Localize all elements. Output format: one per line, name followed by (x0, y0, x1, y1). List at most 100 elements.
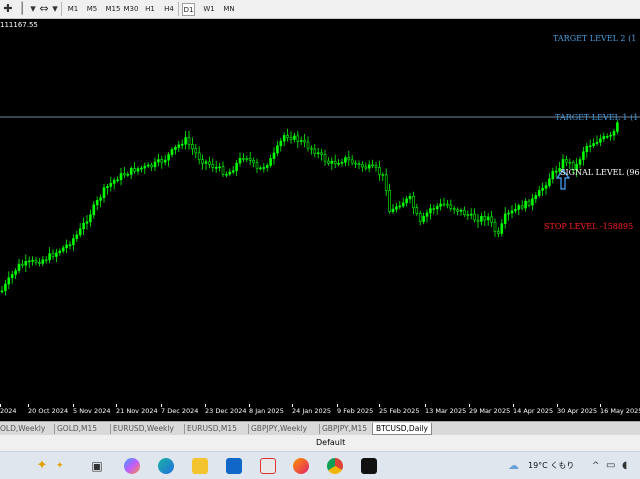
candle-body (408, 196, 412, 200)
timeframe-m5[interactable]: M5 (84, 3, 100, 16)
vertical-line-icon[interactable]: │ (16, 2, 28, 16)
candle-body (184, 137, 187, 145)
candle-body (129, 167, 133, 175)
candle-body (293, 135, 296, 140)
task-view-icon[interactable]: ▣ (89, 458, 105, 474)
candle-body (463, 209, 466, 215)
firefox-icon[interactable] (293, 458, 309, 474)
timeframe-w1[interactable]: W1 (202, 3, 216, 16)
time-axis-label: 25 Feb 2025 (379, 407, 420, 415)
arrows-icon[interactable]: ⇔ (38, 2, 50, 16)
timeframe-h4[interactable]: H4 (162, 3, 176, 16)
volume-icon[interactable]: ◖ (622, 458, 638, 474)
chart-tab[interactable]: BTCUSD,Daily (372, 423, 432, 435)
candle-body (561, 159, 565, 169)
time-axis-label: 2024 (0, 407, 17, 415)
candle-body (439, 203, 442, 207)
file-explorer-icon[interactable] (192, 458, 208, 474)
edge-browser-icon[interactable] (158, 458, 174, 474)
tab-divider (54, 424, 55, 434)
time-axis-label: 14 Apr 2025 (513, 407, 554, 415)
candle-body (197, 152, 201, 160)
cloud-weather-icon[interactable]: ☁ (508, 458, 522, 474)
timeframe-mn[interactable]: MN (221, 3, 237, 16)
copilot-icon[interactable] (124, 458, 140, 474)
candle-body (126, 174, 130, 176)
candle-body (157, 159, 160, 163)
price-chart[interactable] (0, 19, 640, 404)
tab-divider (110, 424, 111, 434)
chart-tab[interactable]: GOLD,M15 (57, 423, 97, 435)
xm-trading-icon[interactable] (361, 458, 377, 474)
sparkle-icon[interactable]: ✦ (56, 458, 72, 474)
candle-body (119, 173, 123, 181)
time-axis-tick (0, 404, 1, 407)
chart-tab[interactable]: EURUSD,Weekly (113, 423, 174, 435)
candle-body (510, 210, 514, 214)
candlestick-chart[interactable] (0, 19, 640, 404)
candle-body (303, 140, 306, 143)
timeframe-m30[interactable]: M30 (122, 3, 140, 16)
toolbar-divider (61, 2, 62, 16)
timeframe-m15[interactable]: M15 (104, 3, 122, 16)
timeframe-m1[interactable]: M1 (66, 3, 80, 16)
candle-body (44, 259, 48, 262)
candle-body (310, 147, 313, 150)
candle-body (21, 263, 24, 266)
candle-body (588, 145, 592, 148)
candle-body (51, 253, 55, 257)
candle-body (350, 159, 354, 164)
candle-body (65, 244, 68, 249)
chrome-icon[interactable] (327, 458, 343, 474)
candle-body (551, 171, 555, 180)
dropdown-icon[interactable]: ▾ (30, 2, 36, 16)
candle-body (24, 260, 28, 266)
chart-tab[interactable]: EURUSD,M15 (187, 423, 237, 435)
candle-body (238, 157, 242, 164)
candle-body (286, 135, 289, 138)
candle-body (364, 166, 368, 169)
timeframe-d1[interactable]: D1 (182, 3, 195, 16)
candle-body (361, 164, 364, 168)
candle-body (85, 221, 89, 224)
candle-body (140, 167, 143, 170)
candle-body (446, 203, 449, 206)
chart-tab[interactable]: OLD,Weekly (0, 423, 45, 435)
network-icon[interactable]: ▭ (606, 458, 622, 474)
price-header: 111167.55 (0, 21, 38, 29)
time-axis-tick (249, 404, 250, 407)
candle-body (208, 161, 211, 165)
candle-body (418, 213, 422, 222)
candle-body (520, 205, 524, 209)
copilot-sparkle-icon[interactable]: ✦ (34, 458, 50, 474)
candle-body (371, 164, 374, 167)
candle-body (163, 159, 167, 163)
candle-body (0, 290, 4, 293)
crosshair-icon[interactable]: ✚ (2, 2, 14, 16)
candle-body (146, 164, 150, 167)
candle-body (265, 165, 269, 168)
candle-body (95, 199, 99, 206)
stop-level-label: STOP LEVEL -158895 (544, 222, 634, 231)
candle-body (374, 165, 378, 168)
candle-body (486, 216, 490, 221)
candle-body (133, 167, 136, 172)
chart-tab[interactable]: GBPJPY,Weekly (251, 423, 307, 435)
chart-tab[interactable]: GBPJPY,M15 (322, 423, 367, 435)
candle-body (99, 197, 102, 201)
weather-text[interactable]: 19°C くもり (528, 460, 574, 471)
outlook-icon[interactable] (226, 458, 242, 474)
candle-body (214, 167, 218, 169)
candle-body (612, 131, 616, 136)
candle-body (568, 161, 572, 164)
gift-icon[interactable] (260, 458, 276, 474)
candle-body (347, 157, 351, 161)
time-axis-tick (600, 404, 601, 407)
candle-body (459, 209, 463, 212)
candle-body (58, 250, 62, 254)
time-axis-tick (379, 404, 380, 407)
time-axis-label: 13 Mar 2025 (425, 407, 467, 415)
tab-divider (319, 424, 320, 434)
timeframe-h1[interactable]: H1 (143, 3, 157, 16)
dropdown-icon[interactable]: ▾ (52, 2, 58, 16)
